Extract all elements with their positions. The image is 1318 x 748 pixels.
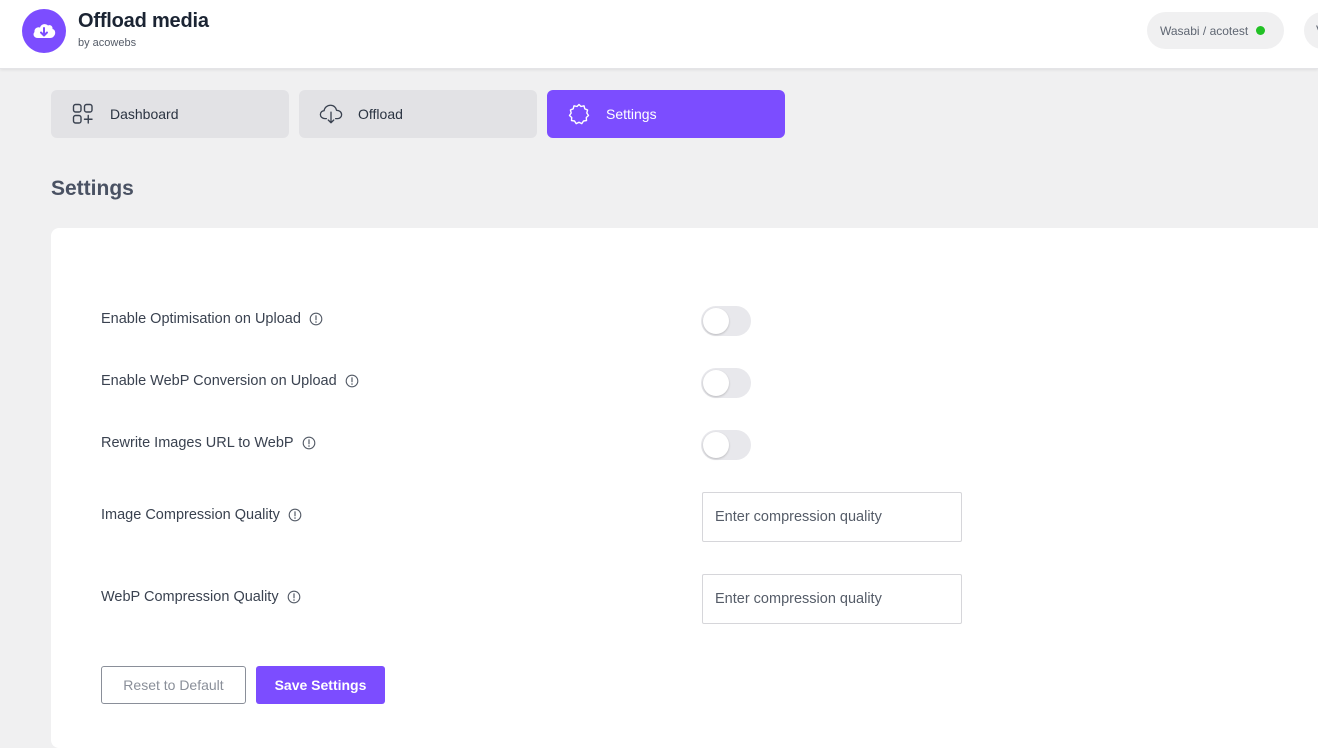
tab-dashboard[interactable]: Dashboard — [51, 90, 289, 138]
cloud-upload-icon — [319, 102, 343, 126]
setting-row-webp-conversion: Enable WebP Conversion on Upload — [101, 373, 359, 389]
tab-offload[interactable]: Offload — [299, 90, 537, 138]
gear-icon — [567, 102, 591, 126]
setting-row-rewrite-webp: Rewrite Images URL to WebP — [101, 435, 316, 451]
page-title: Settings — [51, 177, 134, 200]
info-icon[interactable] — [288, 508, 302, 522]
info-icon[interactable] — [287, 590, 301, 604]
tab-settings[interactable]: Settings — [547, 90, 785, 138]
info-icon[interactable] — [309, 312, 323, 326]
toggle-knob — [703, 308, 729, 334]
info-icon[interactable] — [302, 436, 316, 450]
webp-compression-quality-input[interactable] — [702, 574, 962, 624]
setting-label: Rewrite Images URL to WebP — [101, 435, 294, 451]
brand-title: Offload media — [78, 10, 209, 32]
cloud-download-icon — [22, 9, 66, 53]
setting-label: WebP Compression Quality — [101, 589, 279, 605]
info-icon[interactable] — [345, 374, 359, 388]
tab-offload-label: Offload — [358, 106, 403, 122]
setting-label: Enable WebP Conversion on Upload — [101, 373, 337, 389]
rewrite-webp-toggle[interactable] — [701, 430, 751, 460]
connection-label: Wasabi / acotest — [1160, 23, 1249, 38]
setting-label: Image Compression Quality — [101, 507, 280, 523]
setting-row-optimisation: Enable Optimisation on Upload — [101, 311, 323, 327]
image-compression-quality-input[interactable] — [702, 492, 962, 542]
webp-conversion-toggle[interactable] — [701, 368, 751, 398]
brand-subtitle: by acowebs — [78, 37, 137, 49]
setting-row-webp-quality: WebP Compression Quality — [101, 589, 301, 605]
dashboard-grid-icon — [71, 102, 95, 126]
optimisation-toggle[interactable] — [701, 306, 751, 336]
tab-settings-label: Settings — [606, 106, 657, 122]
connection-status-pill[interactable]: Wasabi / acotest — [1147, 12, 1284, 49]
toggle-knob — [703, 432, 729, 458]
setting-label: Enable Optimisation on Upload — [101, 311, 301, 327]
connection-status-dot — [1256, 26, 1266, 35]
version-pill[interactable]: V — [1304, 12, 1318, 49]
tab-dashboard-label: Dashboard — [110, 106, 179, 122]
setting-row-image-quality: Image Compression Quality — [101, 507, 302, 523]
reset-to-default-button[interactable]: Reset to Default — [101, 666, 246, 704]
toggle-knob — [703, 370, 729, 396]
save-settings-button[interactable]: Save Settings — [256, 666, 385, 704]
top-bar: Offload media by acowebs Wasabi / acotes… — [0, 0, 1318, 69]
